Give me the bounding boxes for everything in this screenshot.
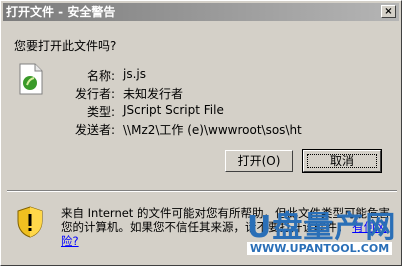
jscript-file-icon (19, 63, 43, 95)
name-value: js.js (123, 67, 146, 81)
close-icon: × (384, 6, 393, 17)
type-label: 类型: (86, 105, 115, 119)
shield-warning-icon (17, 206, 43, 238)
publisher-value: 未知发行者 (123, 87, 184, 101)
watermark-url: WWW.UPANTOOL.COM (247, 242, 393, 255)
separator (7, 190, 397, 192)
cancel-button[interactable]: 取消 (302, 149, 382, 173)
watermark-title: U盘量产网 (247, 210, 397, 245)
close-button[interactable]: × (381, 5, 396, 18)
name-label: 名称: (86, 69, 115, 83)
type-value: JScript Script File (123, 103, 224, 117)
security-warning-dialog: 打开文件 - 安全警告 × 您要打开此文件吗? 名称: js.js 发行者: 未… (0, 0, 402, 266)
publisher-label: 发行者: (74, 87, 115, 101)
open-button[interactable]: 打开(O) (225, 150, 293, 172)
site-watermark: U盘量产网 WWW.UPANTOOL.COM (233, 202, 402, 266)
window-title: 打开文件 - 安全警告 (6, 5, 116, 19)
question-text: 您要打开此文件吗? (14, 39, 117, 53)
title-bar[interactable]: 打开文件 - 安全警告 × (3, 3, 399, 21)
from-value: \\Mz2\工作 (e)\wwwroot\sos\ht (123, 123, 302, 137)
focus-rectangle (307, 154, 377, 168)
from-label: 发送者: (74, 123, 115, 137)
